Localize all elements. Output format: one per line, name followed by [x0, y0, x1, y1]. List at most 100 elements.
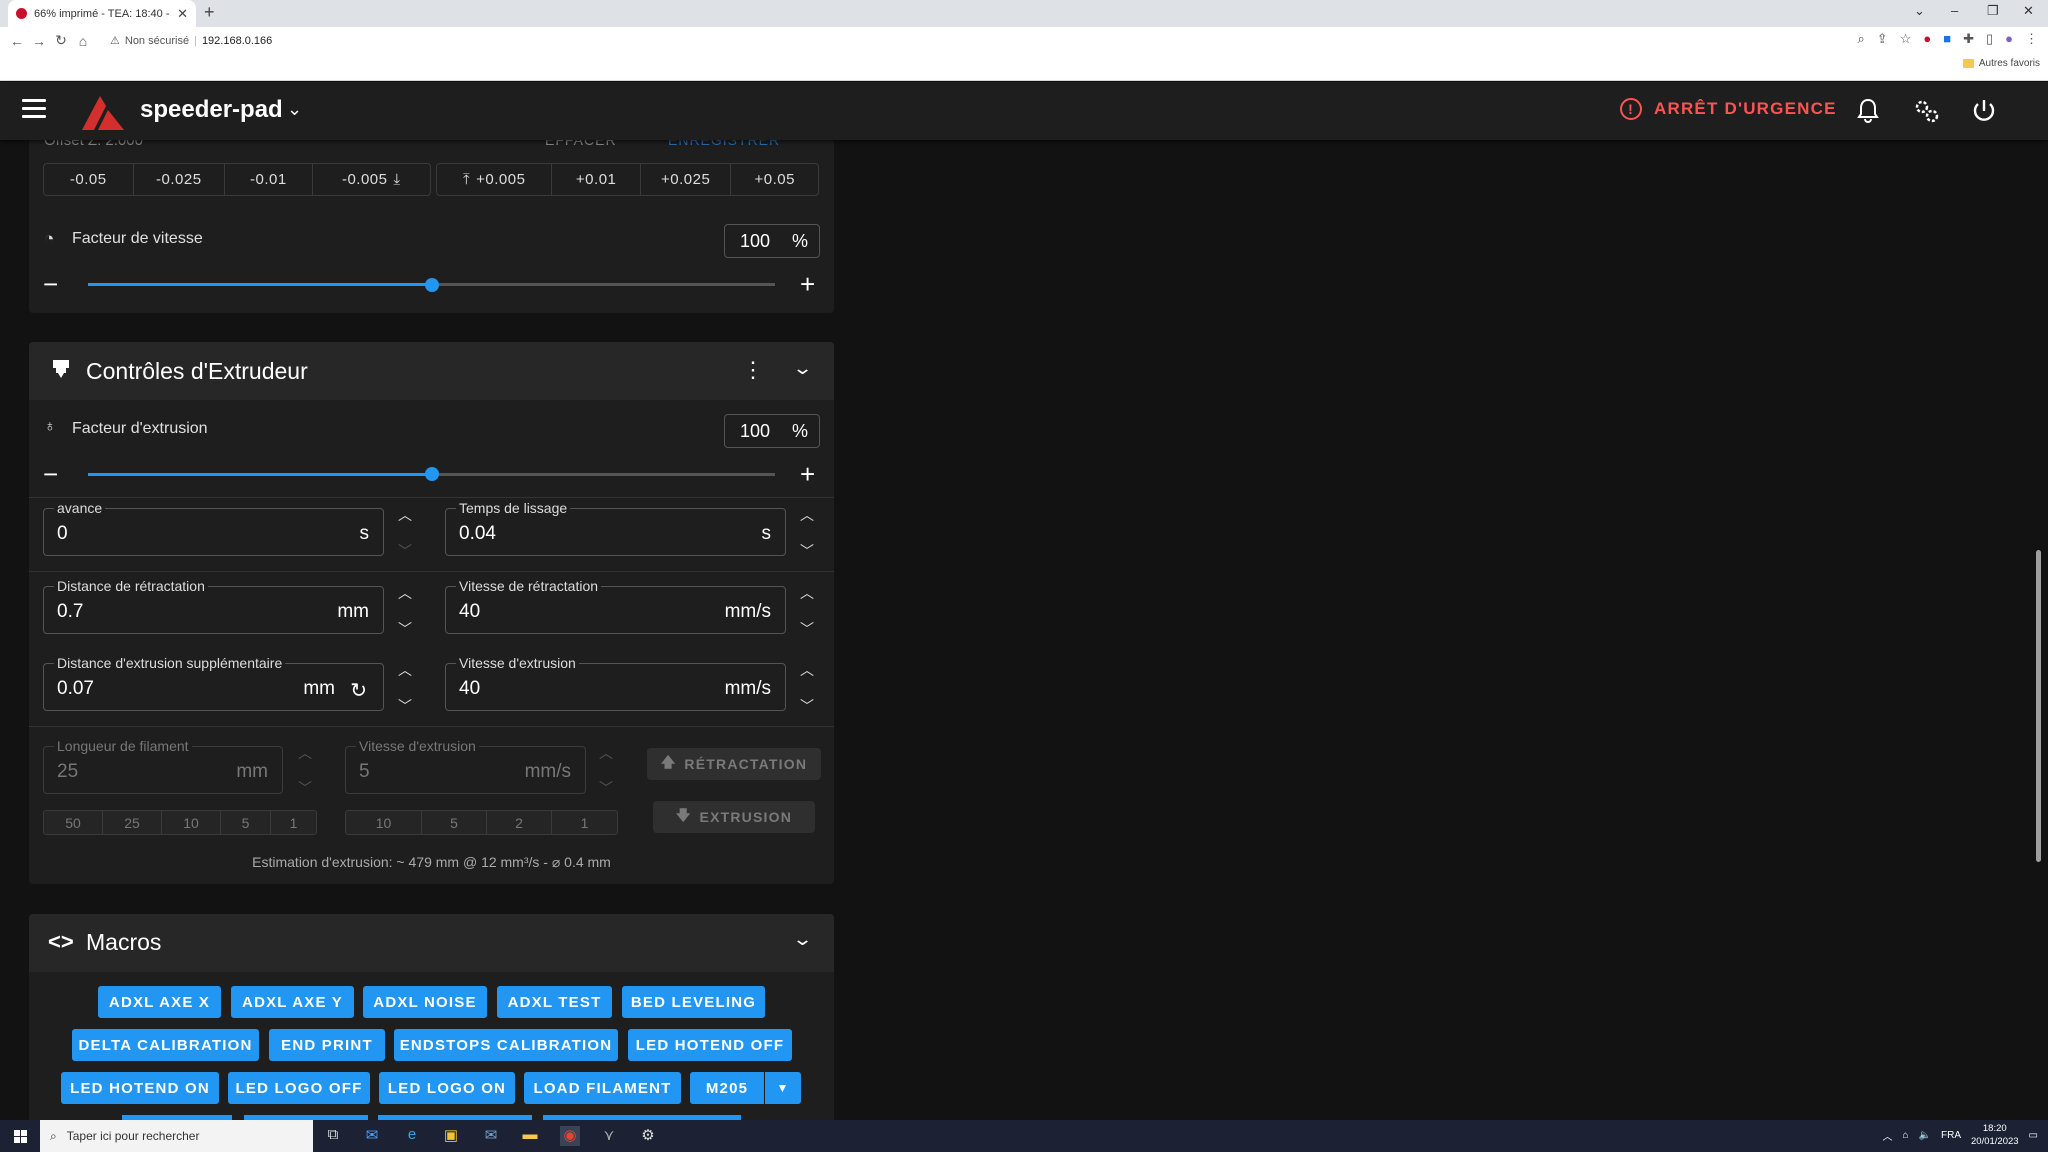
settings-gear-icon[interactable]: ⚙: [638, 1126, 658, 1146]
length-preset-button[interactable]: 50: [44, 811, 103, 834]
offset-button[interactable]: +0.01: [552, 164, 641, 195]
extrude-button[interactable]: 🡇 EXTRUSION: [653, 801, 815, 833]
decrement-icon[interactable]: ﹀: [799, 544, 815, 558]
tray-chevron-icon[interactable]: ︿: [1883, 1128, 1893, 1143]
file-explorer-icon[interactable]: ▬: [520, 1126, 540, 1146]
mail-icon[interactable]: ✉: [362, 1126, 382, 1146]
restore-icon[interactable]: ❐: [1987, 3, 1999, 19]
offset-button[interactable]: -0.05: [44, 164, 134, 195]
macro-button[interactable]: M205: [690, 1072, 764, 1104]
increase-speed-icon[interactable]: +: [800, 271, 815, 297]
offset-button-up[interactable]: ⤒ +0.005: [437, 164, 553, 195]
speed-preset-button[interactable]: 5: [422, 811, 487, 834]
network-icon[interactable]: ⌂: [1903, 1130, 1909, 1141]
increment-icon[interactable]: ︿: [297, 746, 313, 760]
chrome-icon[interactable]: ◉: [560, 1126, 580, 1146]
extra-extrusion-distance-field[interactable]: Distance d'extrusion supplémentaire 0.07…: [43, 655, 384, 711]
increment-icon[interactable]: ︿: [397, 586, 413, 600]
decrease-extrusion-icon[interactable]: −: [43, 461, 58, 487]
offset-button[interactable]: -0.01: [225, 164, 313, 195]
kebab-menu-icon[interactable]: ⋮: [742, 357, 764, 383]
chevron-down-icon[interactable]: ⌄: [792, 929, 813, 950]
macro-button[interactable]: DELTA CALIBRATION: [72, 1029, 259, 1061]
mail-app-icon[interactable]: ✉: [481, 1126, 501, 1146]
advance-field[interactable]: avance 0 s: [43, 500, 384, 556]
retract-button[interactable]: 🡅 RÉTRACTATION: [647, 748, 821, 780]
chevron-down-icon[interactable]: ⌄: [287, 99, 302, 120]
puzzle-icon[interactable]: ✚: [1963, 31, 1974, 47]
increment-icon[interactable]: ︿: [397, 508, 413, 522]
tab-search-icon[interactable]: ⌄: [1914, 3, 1925, 19]
increment-icon[interactable]: ︿: [799, 586, 815, 600]
offset-button[interactable]: +0.025: [641, 164, 732, 195]
new-tab-icon[interactable]: +: [204, 2, 215, 23]
smoothing-time-field[interactable]: Temps de lissage 0.04 s: [445, 500, 786, 556]
close-tab-icon[interactable]: ✕: [177, 6, 188, 22]
offset-button[interactable]: -0.025: [134, 164, 226, 195]
app-icon[interactable]: ⋎: [599, 1126, 619, 1146]
forward-icon[interactable]: →: [28, 33, 50, 49]
bookmark-star-icon[interactable]: ☆: [1900, 31, 1912, 47]
length-preset-button[interactable]: 25: [103, 811, 162, 834]
retraction-speed-field[interactable]: Vitesse de rétractation 40 mm/s: [445, 578, 786, 634]
other-bookmarks[interactable]: Autres favoris: [1962, 58, 2040, 69]
profile-icon[interactable]: ●: [2005, 31, 2013, 47]
macro-button[interactable]: LOAD FILAMENT: [524, 1072, 681, 1104]
increment-icon[interactable]: ︿: [799, 508, 815, 522]
reload-icon[interactable]: ↻: [50, 32, 72, 49]
windows-start-icon[interactable]: [14, 1130, 27, 1143]
page-scrollbar[interactable]: [2036, 550, 2041, 862]
increase-extrusion-icon[interactable]: +: [800, 461, 815, 487]
macro-button[interactable]: LED HOTEND OFF: [628, 1029, 792, 1061]
length-preset-button[interactable]: 1: [271, 811, 316, 834]
retraction-distance-field[interactable]: Distance de rétractation 0.7 mm: [43, 578, 384, 634]
language-indicator[interactable]: FRA: [1941, 1130, 1961, 1141]
macro-button[interactable]: ADXL NOISE: [363, 986, 487, 1018]
extrusion-slider-thumb[interactable]: [424, 467, 439, 481]
back-icon[interactable]: ←: [6, 33, 28, 49]
macro-button[interactable]: ENDSTOPS CALIBRATION: [394, 1029, 618, 1061]
power-icon[interactable]: [1971, 98, 1997, 124]
macro-button[interactable]: LED LOGO ON: [379, 1072, 515, 1104]
decrement-icon[interactable]: ﹀: [297, 781, 313, 795]
chevron-down-icon[interactable]: ⌄: [792, 358, 813, 379]
store-icon[interactable]: ▣: [441, 1126, 461, 1146]
sidepanel-icon[interactable]: ▯: [1986, 31, 1993, 47]
minimize-icon[interactable]: –: [1951, 3, 1958, 18]
emergency-stop-button[interactable]: ! ARRÊT D'URGENCE: [1620, 98, 1837, 120]
macro-button[interactable]: ADXL AXE Y: [231, 986, 354, 1018]
share-icon[interactable]: ⇪: [1877, 31, 1888, 47]
speed-preset-button[interactable]: 10: [346, 811, 422, 834]
decrement-icon[interactable]: ﹀: [397, 544, 413, 558]
extrusion-speed-field[interactable]: Vitesse d'extrusion 40 mm/s: [445, 655, 786, 711]
printer-name[interactable]: speeder-pad: [140, 96, 283, 124]
filament-length-field[interactable]: Longueur de filament 25 mm: [43, 738, 283, 794]
decrement-icon[interactable]: ﹀: [397, 699, 413, 713]
increment-icon[interactable]: ︿: [799, 663, 815, 677]
offset-button[interactable]: +0.05: [731, 164, 818, 195]
bell-icon[interactable]: [1856, 98, 1880, 124]
macro-button[interactable]: END PRINT: [269, 1029, 385, 1061]
macro-button[interactable]: ADXL AXE X: [98, 986, 221, 1018]
kebab-menu-icon[interactable]: ⋮: [2025, 31, 2038, 47]
home-icon[interactable]: ⌂: [72, 33, 94, 49]
speed-slider-thumb[interactable]: [424, 278, 439, 292]
volume-icon[interactable]: 🔈: [1919, 1130, 1931, 1141]
zoom-icon[interactable]: ⌕: [1858, 31, 1865, 47]
decrement-icon[interactable]: ﹀: [397, 622, 413, 636]
taskbar-search[interactable]: ⌕ Taper ici pour rechercher: [40, 1120, 313, 1152]
length-preset-button[interactable]: 10: [162, 811, 221, 834]
edge-icon[interactable]: e: [402, 1126, 422, 1146]
decrement-icon[interactable]: ﹀: [799, 622, 815, 636]
length-preset-button[interactable]: 5: [221, 811, 271, 834]
increment-icon[interactable]: ︿: [397, 663, 413, 677]
decrement-icon[interactable]: ﹀: [799, 699, 815, 713]
caret-down-icon[interactable]: ▼: [765, 1072, 801, 1104]
decrement-icon[interactable]: ﹀: [598, 781, 614, 795]
hamburger-menu-icon[interactable]: [22, 99, 46, 119]
extension-icon[interactable]: ■: [1943, 31, 1951, 47]
macro-button[interactable]: LED LOGO OFF: [228, 1072, 370, 1104]
speed-preset-button[interactable]: 2: [487, 811, 552, 834]
feed-speed-field[interactable]: Vitesse d'extrusion 5 mm/s: [345, 738, 586, 794]
task-view-icon[interactable]: ⧉: [323, 1126, 343, 1146]
